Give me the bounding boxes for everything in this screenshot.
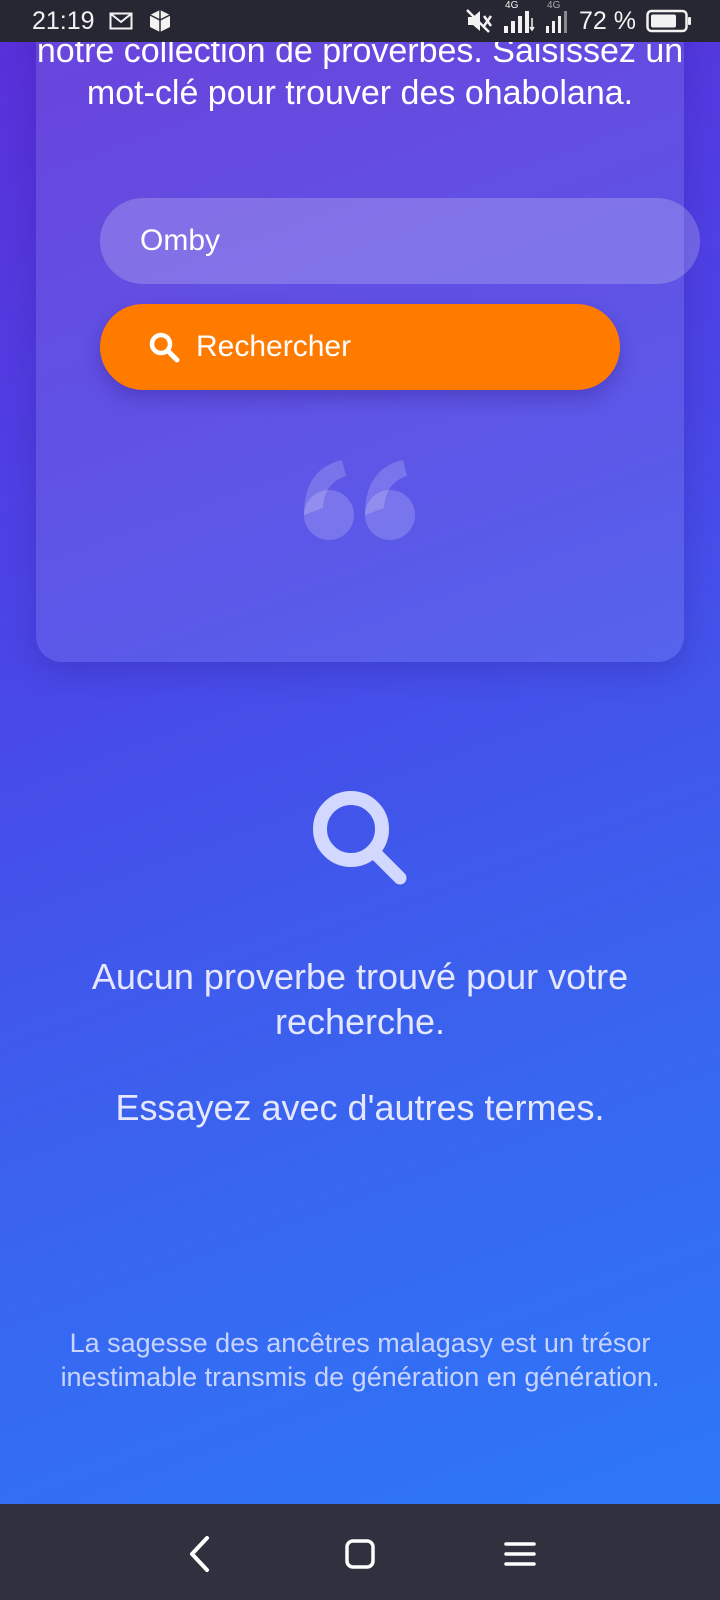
signal-icon: 4G xyxy=(503,0,535,34)
system-nav-bar xyxy=(0,1504,720,1600)
search-icon xyxy=(310,788,410,893)
battery-icon xyxy=(646,9,692,33)
status-bar-left: 21:19 xyxy=(32,7,173,36)
empty-state-hint: Essayez avec d'autres termes. xyxy=(115,1087,605,1128)
search-input[interactable] xyxy=(100,198,700,284)
battery-percent: 72 % xyxy=(579,6,636,35)
footer-quote: La sagesse des ancêtres malagasy est un … xyxy=(60,1328,660,1392)
network-type-1: 4G xyxy=(505,0,519,11)
search-button-label: Rechercher xyxy=(196,330,352,363)
status-bar: 21:19 4G 4G 72 % xyxy=(0,0,720,42)
home-icon xyxy=(344,1538,376,1570)
recent-apps-button[interactable] xyxy=(498,1532,542,1576)
menu-icon xyxy=(504,1540,536,1568)
mute-icon xyxy=(465,8,493,34)
mail-icon xyxy=(109,12,133,30)
empty-state-title: Aucun proverbe trouvé pour votre recherc… xyxy=(91,956,629,1042)
status-bar-right: 4G 4G 72 % xyxy=(465,0,692,36)
status-time: 21:19 xyxy=(32,6,95,35)
signal-icon: 4G xyxy=(545,0,569,34)
search-intro-text: notre collection de proverbes. Saisissez… xyxy=(36,32,684,112)
search-icon xyxy=(148,331,180,363)
network-type-2: 4G xyxy=(547,0,561,11)
app-icon xyxy=(147,8,173,34)
search-button[interactable]: Rechercher xyxy=(100,304,620,390)
back-button[interactable] xyxy=(178,1532,222,1576)
quote-icon xyxy=(302,458,418,547)
back-icon xyxy=(187,1535,213,1573)
home-button[interactable] xyxy=(338,1532,382,1576)
